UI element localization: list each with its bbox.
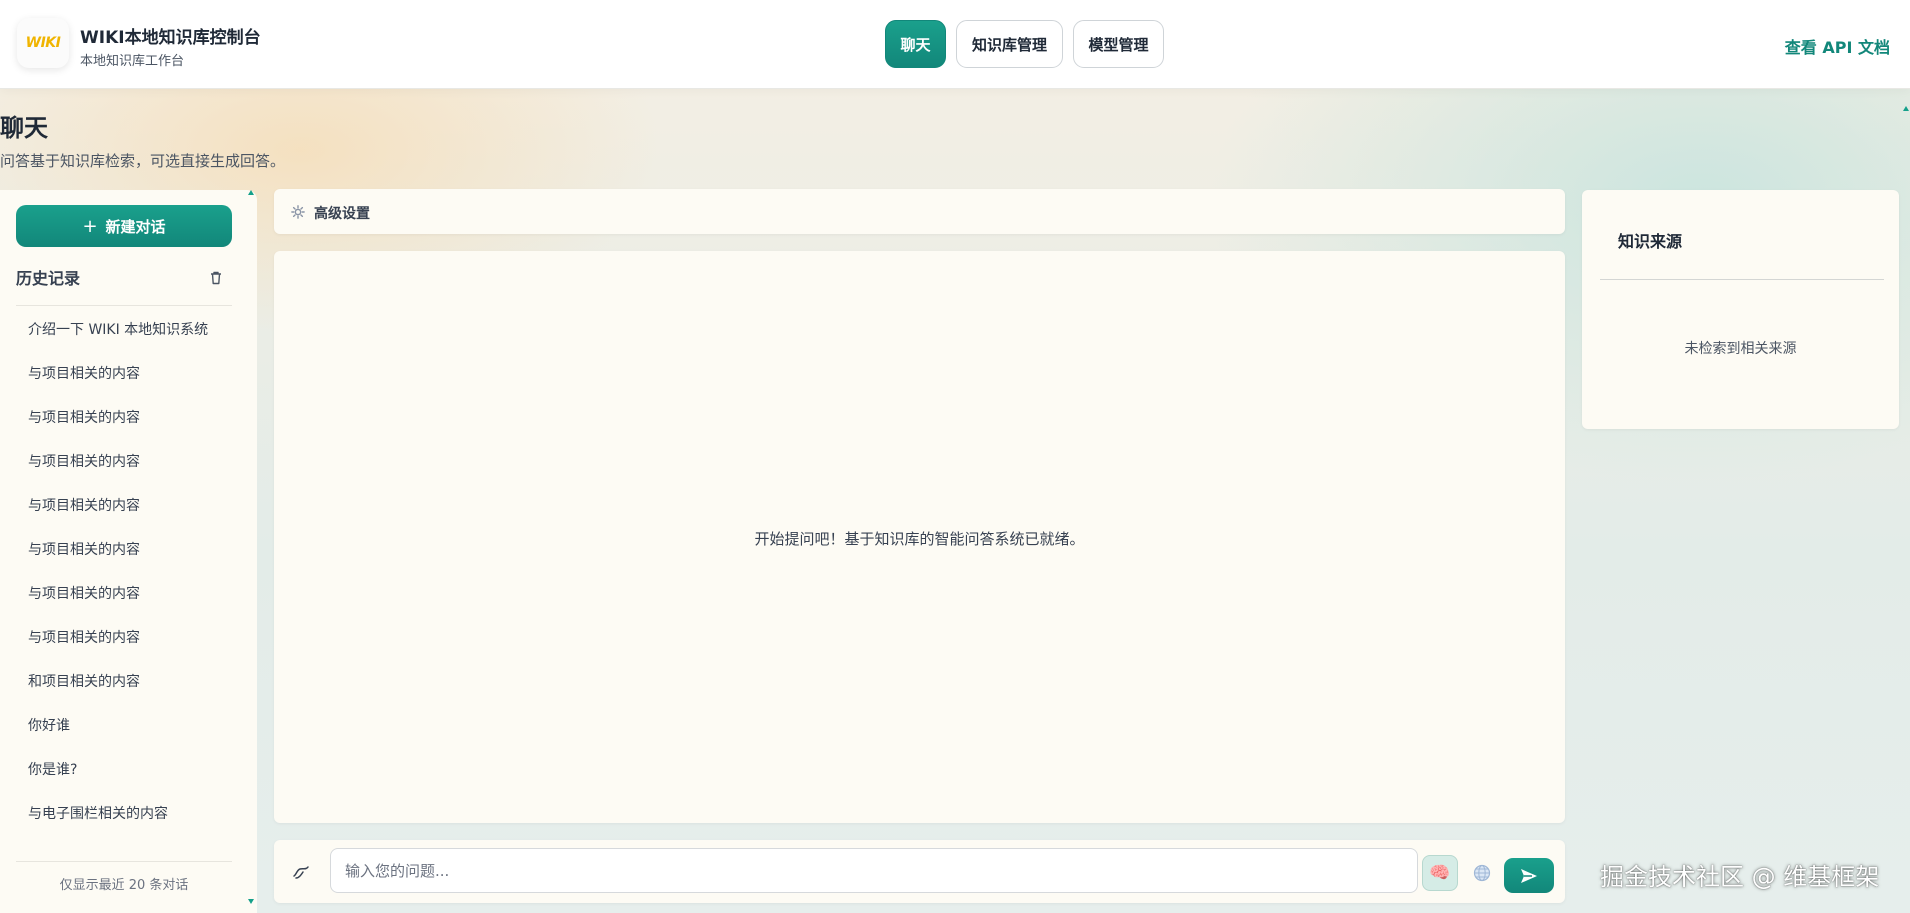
top-header: WIKI WIKI本地知识库控制台 本地知识库工作台 聊天 知识库管理 模型管理… (0, 0, 1910, 89)
history-item[interactable]: 与项目相关的内容 (28, 408, 208, 452)
sources-title: 知识来源 (1618, 232, 1683, 251)
watermark: 掘金技术社区 @ 维基框架 (1600, 863, 1880, 891)
history-item[interactable]: 与项目相关的内容 (28, 540, 208, 584)
history-item[interactable]: 介绍一下 WIKI 本地知识系统 (28, 320, 208, 364)
broom-icon[interactable] (292, 864, 310, 880)
page-description: 问答基于知识库检索，可选直接生成回答。 (0, 152, 286, 170)
history-item[interactable]: 与项目相关的内容 (28, 452, 208, 496)
sources-divider (1600, 279, 1884, 280)
history-note: 仅显示最近 20 条对话 (59, 878, 189, 893)
brain-icon[interactable]: 🧠 (1422, 855, 1458, 891)
app-logo[interactable]: WIKI (17, 18, 69, 68)
chat-empty-message: 开始提问吧！基于知识库的智能问答系统已就绪。 (754, 530, 1085, 548)
history-item[interactable]: 你好谁 (28, 716, 208, 760)
history-divider (16, 305, 232, 306)
main-nav: 聊天 知识库管理 模型管理 (885, 20, 1164, 68)
advanced-settings-toggle[interactable]: 高级设置 (274, 189, 1565, 234)
nav-knowledge-base-button[interactable]: 知识库管理 (956, 20, 1063, 68)
history-item[interactable]: 与项目相关的内容 (28, 496, 208, 540)
new-chat-button[interactable]: + 新建对话 (16, 205, 232, 247)
history-item[interactable]: 你是谁? (28, 760, 208, 804)
advanced-settings-label: 高级设置 (314, 206, 370, 222)
nav-chat-button[interactable]: 聊天 (885, 20, 946, 68)
globe-icon[interactable] (1464, 855, 1500, 891)
history-item[interactable]: 与电子围栏相关的内容 (28, 804, 208, 848)
knowledge-sources-panel: 知识来源 未检索到相关来源 (1582, 190, 1899, 429)
trash-icon[interactable] (208, 270, 224, 286)
plus-icon: + (82, 215, 98, 237)
question-input[interactable] (330, 848, 1418, 893)
app-subtitle: 本地知识库工作台 (80, 54, 185, 69)
app-title: WIKI本地知识库控制台 (80, 28, 261, 48)
page-title: 聊天 (0, 114, 48, 142)
history-item[interactable]: 与项目相关的内容 (28, 628, 208, 672)
history-item[interactable]: 与项目相关的内容 (28, 364, 208, 408)
send-button[interactable] (1504, 858, 1554, 893)
nav-model-button[interactable]: 模型管理 (1073, 20, 1164, 68)
history-title: 历史记录 (16, 269, 81, 288)
history-item[interactable]: 和项目相关的内容 (28, 672, 208, 716)
sources-empty-message: 未检索到相关来源 (1684, 341, 1797, 357)
history-item[interactable]: 与项目相关的内容 (28, 584, 208, 628)
sidebar-scroll-down-icon[interactable] (248, 899, 254, 904)
gear-icon (291, 205, 305, 219)
history-list: 介绍一下 WIKI 本地知识系统 与项目相关的内容 与项目相关的内容 与项目相关… (28, 320, 208, 848)
send-icon (1521, 868, 1537, 883)
history-sidebar: + 新建对话 历史记录 介绍一下 WIKI 本地知识系统 与项目相关的内容 与项… (0, 190, 257, 913)
chat-input-bar: 🧠 (274, 840, 1565, 903)
history-footer-divider (16, 861, 232, 862)
new-chat-label: 新建对话 (105, 217, 166, 236)
page-scroll-up-icon[interactable] (1903, 106, 1909, 111)
chat-messages-panel: 开始提问吧！基于知识库的智能问答系统已就绪。 (274, 251, 1565, 823)
sidebar-scroll-up-icon[interactable] (248, 190, 254, 195)
api-docs-link[interactable]: 查看 API 文档 (1785, 34, 1890, 58)
